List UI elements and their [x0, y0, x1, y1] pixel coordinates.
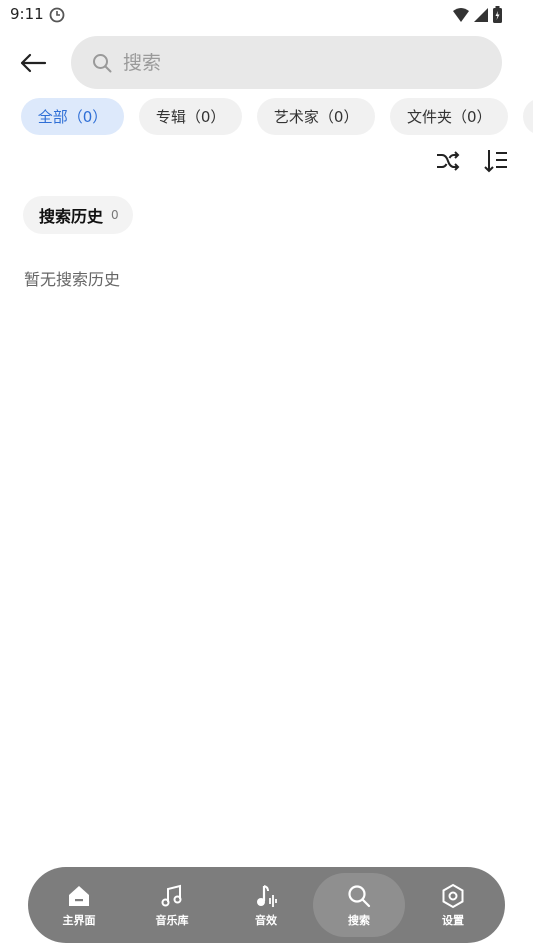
nav-home[interactable]: 主界面 [33, 873, 125, 937]
music-note-icon [161, 884, 182, 906]
list-tools [0, 147, 533, 175]
search-input[interactable] [123, 51, 483, 74]
search-icon [93, 53, 112, 72]
home-icon [69, 885, 89, 906]
search-history-header: 搜索历史 0 [23, 196, 133, 234]
nav-sound-effects[interactable]: 音效 [220, 873, 312, 937]
sync-icon [49, 7, 65, 23]
arrow-left-icon [20, 53, 47, 73]
nav-settings[interactable]: 设置 [407, 873, 499, 937]
bottom-nav: 主界面 音乐库 音效 搜索 设置 [28, 867, 505, 943]
settings-icon [442, 883, 464, 908]
search-history-title: 搜索历史 [39, 207, 104, 226]
chip-genre[interactable]: 流 [523, 98, 533, 135]
nav-search-label: 搜索 [348, 913, 370, 927]
nav-library[interactable]: 音乐库 [126, 873, 218, 937]
empty-history-text: 暂无搜索历史 [24, 270, 121, 289]
wifi-icon [453, 8, 469, 22]
status-bar: 9:11 [0, 0, 533, 30]
back-button[interactable] [14, 44, 52, 82]
signal-icon [474, 8, 488, 22]
chip-folders[interactable]: 文件夹（0） [390, 98, 509, 135]
battery-icon [493, 6, 502, 23]
nav-settings-label: 设置 [442, 913, 464, 927]
chip-albums[interactable]: 专辑（0） [139, 98, 243, 135]
sort-icon[interactable] [482, 147, 510, 175]
shuffle-icon[interactable] [434, 147, 462, 175]
search-box[interactable] [71, 36, 502, 89]
filter-chips: 全部（0） 专辑（0） 艺术家（0） 文件夹（0） 流 [21, 98, 533, 135]
search-header [0, 36, 533, 90]
status-time: 9:11 [10, 5, 44, 23]
nav-home-label: 主界面 [62, 913, 96, 927]
nav-search[interactable]: 搜索 [313, 873, 405, 937]
sound-effect-icon [257, 884, 277, 907]
nav-sound-effects-label: 音效 [255, 913, 277, 927]
nav-library-label: 音乐库 [155, 913, 189, 927]
search-icon [348, 884, 371, 907]
search-history-count: 0 [111, 208, 119, 222]
chip-artists[interactable]: 艺术家（0） [257, 98, 376, 135]
status-icons [452, 6, 503, 24]
chip-all[interactable]: 全部（0） [21, 98, 124, 135]
